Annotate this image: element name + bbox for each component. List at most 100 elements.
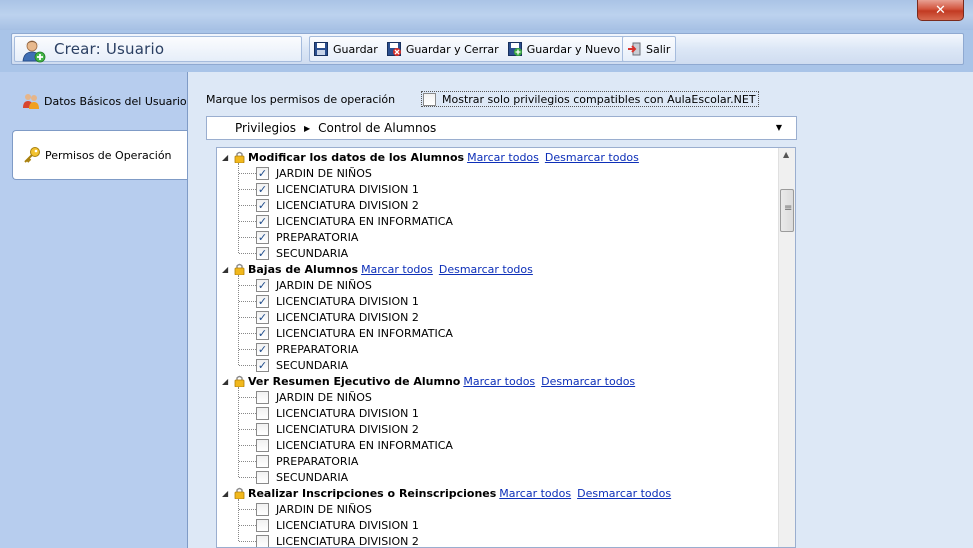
- permission-checkbox[interactable]: [256, 470, 269, 484]
- breadcrumb[interactable]: Privilegios ▶ Control de Alumnos ▼: [206, 116, 797, 140]
- permission-checkbox[interactable]: [256, 198, 269, 212]
- sidebar-item-label: Permisos de Operación: [45, 148, 172, 162]
- mark-all-link[interactable]: Marcar todos: [361, 263, 433, 276]
- permission-checkbox[interactable]: [256, 358, 269, 372]
- permission-item[interactable]: LICENCIATURA DIVISION 2: [239, 533, 419, 548]
- permission-item[interactable]: PREPARATORIA: [239, 229, 358, 245]
- permission-group-title: Ver Resumen Ejecutivo de Alumno: [248, 374, 461, 388]
- tree-connector-line: [239, 460, 256, 462]
- permission-checkbox[interactable]: [256, 390, 269, 404]
- permission-item[interactable]: LICENCIATURA DIVISION 2: [239, 197, 419, 213]
- permission-checkbox[interactable]: [256, 246, 269, 260]
- unmark-all-link[interactable]: Desmarcar todos: [541, 375, 635, 388]
- unmark-all-link[interactable]: Desmarcar todos: [545, 151, 639, 164]
- compat-filter-checkbox[interactable]: Mostrar solo privilegios compatibles con…: [421, 91, 759, 107]
- permission-item[interactable]: LICENCIATURA DIVISION 2: [239, 421, 419, 437]
- permission-group-title: Bajas de Alumnos: [248, 262, 359, 276]
- mark-all-link[interactable]: Marcar todos: [499, 487, 571, 500]
- permission-checkbox[interactable]: [256, 214, 269, 228]
- mark-all-link[interactable]: Marcar todos: [467, 151, 539, 164]
- users-icon: [23, 94, 39, 109]
- permission-item-label: JARDIN DE NIÑOS: [276, 390, 372, 404]
- user-add-icon: [22, 40, 46, 63]
- permission-item[interactable]: SECUNDARIA: [239, 469, 348, 485]
- permission-checkbox[interactable]: [256, 326, 269, 340]
- permission-item[interactable]: LICENCIATURA DIVISION 2: [239, 309, 419, 325]
- save-button[interactable]: Guardar: [310, 37, 383, 61]
- permission-item[interactable]: LICENCIATURA EN INFORMATICA: [239, 437, 453, 453]
- expand-triangle-icon[interactable]: ◢: [222, 489, 234, 498]
- compat-checkbox[interactable]: [423, 92, 436, 106]
- permission-item[interactable]: JARDIN DE NIÑOS: [239, 277, 372, 293]
- breadcrumb-item[interactable]: Control de Alumnos: [318, 121, 436, 135]
- permission-item[interactable]: LICENCIATURA DIVISION 1: [239, 517, 419, 533]
- permission-item[interactable]: JARDIN DE NIÑOS: [239, 501, 372, 517]
- permission-checkbox[interactable]: [256, 182, 269, 196]
- window-close-button[interactable]: ✕: [917, 0, 964, 21]
- main-panel: Marque los permisos de operación Mostrar…: [187, 72, 973, 548]
- permission-item[interactable]: JARDIN DE NIÑOS: [239, 165, 372, 181]
- sidebar-item-datos-basicos[interactable]: Datos Básicos del Usuario: [12, 76, 187, 126]
- permission-checkbox[interactable]: [256, 406, 269, 420]
- permission-checkbox[interactable]: [256, 230, 269, 244]
- permission-item-label: LICENCIATURA DIVISION 2: [276, 198, 419, 212]
- save-and-close-button[interactable]: Guardar y Cerrar: [383, 37, 504, 61]
- permission-checkbox[interactable]: [256, 518, 269, 532]
- mark-all-link[interactable]: Marcar todos: [463, 375, 535, 388]
- permission-item[interactable]: LICENCIATURA DIVISION 1: [239, 181, 419, 197]
- permission-item[interactable]: SECUNDARIA: [239, 245, 348, 261]
- permission-item[interactable]: LICENCIATURA DIVISION 1: [239, 405, 419, 421]
- permission-item[interactable]: SECUNDARIA: [239, 357, 348, 373]
- permission-checkbox[interactable]: [256, 502, 269, 516]
- scrollbar-thumb[interactable]: [780, 189, 794, 232]
- permission-checkbox[interactable]: [256, 534, 269, 547]
- permission-item-label: SECUNDARIA: [276, 246, 349, 260]
- permission-checkbox[interactable]: [256, 278, 269, 292]
- tree-connector-line: [239, 220, 256, 222]
- permission-item[interactable]: LICENCIATURA DIVISION 1: [239, 293, 419, 309]
- tree-connector-line: [239, 524, 256, 526]
- tree-connector-line: [239, 188, 256, 190]
- permission-checkbox[interactable]: [256, 422, 269, 436]
- permission-checkbox[interactable]: [256, 294, 269, 308]
- save-and-new-button[interactable]: Guardar y Nuevo: [504, 37, 626, 61]
- unmark-all-link[interactable]: Desmarcar todos: [577, 487, 671, 500]
- permission-checkbox[interactable]: [256, 342, 269, 356]
- tree-connector-line: [239, 332, 256, 334]
- exit-button[interactable]: Salir: [623, 37, 675, 61]
- permission-item-label: PREPARATORIA: [276, 342, 359, 356]
- permission-checkbox[interactable]: [256, 166, 269, 180]
- permission-group: ◢ Bajas de Alumnos Marcar todos Desmarcar t…: [222, 261, 539, 277]
- instruction-label: Marque los permisos de operación: [206, 93, 396, 106]
- permission-checkbox[interactable]: [256, 310, 269, 324]
- expand-triangle-icon[interactable]: ◢: [222, 153, 234, 162]
- chevron-down-icon[interactable]: ▼: [776, 123, 782, 132]
- scroll-up-icon[interactable]: ▲: [783, 150, 789, 159]
- tree-connector-line: [239, 284, 256, 286]
- tree-connector-line: [239, 476, 256, 478]
- permission-item[interactable]: LICENCIATURA EN INFORMATICA: [239, 325, 453, 341]
- tree-connector-line: [239, 364, 256, 366]
- permission-item[interactable]: JARDIN DE NIÑOS: [239, 389, 372, 405]
- tree-connector-line: [239, 172, 256, 174]
- permission-item-label: LICENCIATURA EN INFORMATICA: [276, 214, 453, 228]
- expand-triangle-icon[interactable]: ◢: [222, 377, 234, 386]
- permission-item-label: LICENCIATURA DIVISION 2: [276, 534, 419, 548]
- permission-checkbox[interactable]: [256, 454, 269, 468]
- toolbar: Crear: Usuario Guardar Guardar y Cerrar …: [11, 33, 964, 65]
- expand-triangle-icon[interactable]: ◢: [222, 265, 234, 274]
- sidebar-item-permisos-operacion[interactable]: Permisos de Operación: [12, 130, 187, 180]
- permission-item-label: PREPARATORIA: [276, 230, 359, 244]
- permission-item[interactable]: PREPARATORIA: [239, 453, 358, 469]
- breadcrumb-item[interactable]: Privilegios: [235, 121, 296, 135]
- sidebar-item-label: Datos Básicos del Usuario: [44, 94, 187, 108]
- permission-item[interactable]: PREPARATORIA: [239, 341, 358, 357]
- permission-item[interactable]: LICENCIATURA EN INFORMATICA: [239, 213, 453, 229]
- permission-item-label: SECUNDARIA: [276, 470, 349, 484]
- form-title-panel: Crear: Usuario: [14, 36, 302, 63]
- vertical-scrollbar[interactable]: ▲: [778, 148, 795, 547]
- permission-item-label: JARDIN DE NIÑOS: [276, 166, 372, 180]
- permission-checkbox[interactable]: [256, 438, 269, 452]
- permission-item-label: LICENCIATURA DIVISION 2: [276, 422, 419, 436]
- unmark-all-link[interactable]: Desmarcar todos: [439, 263, 533, 276]
